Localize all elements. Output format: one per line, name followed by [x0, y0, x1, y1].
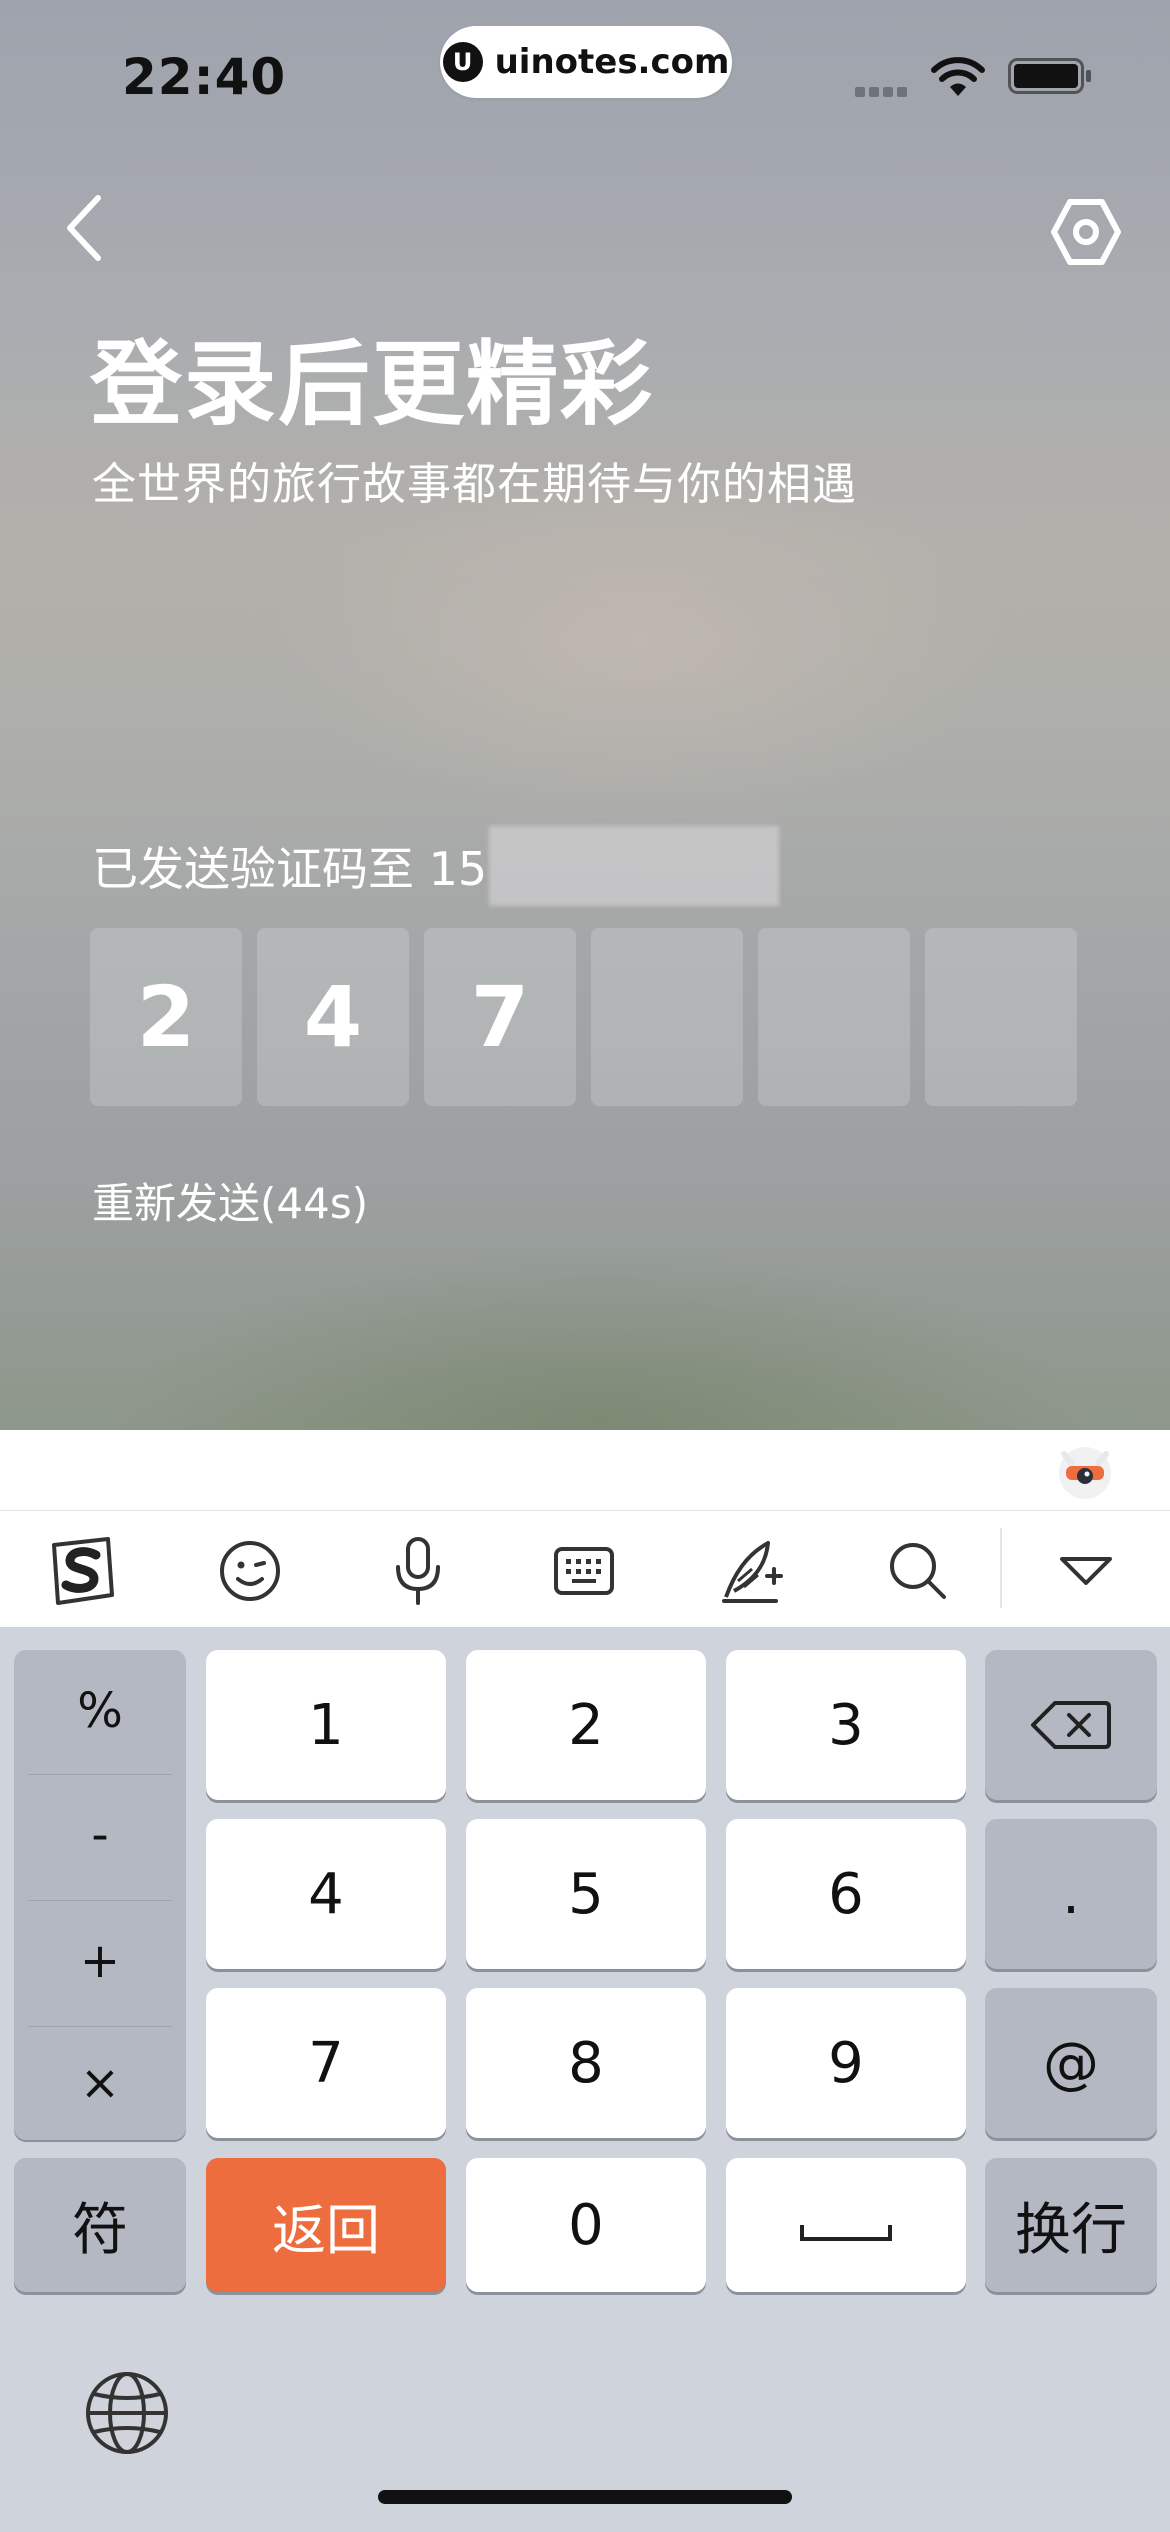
- verification-code-input[interactable]: 2 4 7: [90, 928, 1080, 1106]
- code-sent-notice: 已发送验证码至 15: [92, 826, 780, 906]
- wifi-icon: [931, 57, 985, 96]
- code-digit-box[interactable]: [758, 928, 910, 1106]
- url-text: uinotes.com: [494, 42, 730, 82]
- key-multiply[interactable]: ×: [14, 2022, 186, 2144]
- code-digit-box[interactable]: 4: [257, 928, 409, 1106]
- collapse-icon[interactable]: [1046, 1531, 1126, 1611]
- key-percent[interactable]: %: [14, 1650, 186, 1772]
- key-0[interactable]: 0: [466, 2158, 706, 2292]
- symbols-key[interactable]: 符: [14, 2158, 186, 2292]
- cellular-signal-icon: [855, 82, 915, 97]
- url-pill[interactable]: U uinotes.com: [440, 26, 732, 98]
- battery-icon: [1008, 58, 1091, 94]
- handwriting-icon[interactable]: [712, 1531, 792, 1611]
- site-logo-icon: U: [442, 42, 483, 82]
- key-dot[interactable]: .: [985, 1819, 1157, 1969]
- backspace-key[interactable]: [985, 1650, 1157, 1800]
- status-time: 22:40: [122, 48, 287, 106]
- key-plus[interactable]: +: [14, 1900, 186, 2022]
- key-2[interactable]: 2: [466, 1650, 706, 1800]
- symbol-column: % - + ×: [14, 1650, 186, 2140]
- emoji-icon[interactable]: [210, 1531, 290, 1611]
- back-icon[interactable]: [58, 190, 114, 266]
- code-digit-box[interactable]: [591, 928, 743, 1106]
- code-digit-box[interactable]: 2: [90, 928, 242, 1106]
- code-digit-box[interactable]: 7: [424, 928, 576, 1106]
- home-indicator: [378, 2490, 792, 2504]
- key-8[interactable]: 8: [466, 1988, 706, 2138]
- space-icon: [800, 2225, 892, 2241]
- key-4[interactable]: 4: [206, 1819, 446, 1969]
- backspace-icon: [1031, 1701, 1111, 1749]
- key-5[interactable]: 5: [466, 1819, 706, 1969]
- key-1[interactable]: 1: [206, 1650, 446, 1800]
- toolbar-divider: [1000, 1528, 1002, 1608]
- key-minus[interactable]: -: [14, 1774, 186, 1896]
- key-6[interactable]: 6: [726, 1819, 966, 1969]
- ime-mascot-icon[interactable]: [1054, 1440, 1116, 1502]
- keyboard-icon[interactable]: [544, 1531, 624, 1611]
- key-at[interactable]: @: [985, 1988, 1157, 2138]
- login-hero: 22:40 U uinotes.com 登录后更精彩 全世界的旅行故事都在期待与…: [0, 0, 1170, 1430]
- code-sent-text: 已发送验证码至 15: [92, 842, 488, 896]
- newline-key[interactable]: 换行: [985, 2158, 1157, 2292]
- page-title: 登录后更精彩: [90, 331, 655, 438]
- globe-icon[interactable]: [82, 2368, 172, 2458]
- space-key[interactable]: [726, 2158, 966, 2292]
- code-digit-box[interactable]: [925, 928, 1077, 1106]
- keyboard-candidate-bar: [0, 1430, 1170, 1510]
- masked-phone-number: [489, 826, 780, 906]
- status-bar: 22:40 U uinotes.com: [0, 0, 1170, 150]
- microphone-icon[interactable]: [378, 1531, 458, 1611]
- key-3[interactable]: 3: [726, 1650, 966, 1800]
- settings-icon[interactable]: [1050, 196, 1122, 268]
- return-key[interactable]: 返回: [206, 2158, 446, 2292]
- search-icon[interactable]: [878, 1531, 958, 1611]
- page-subtitle: 全世界的旅行故事都在期待与你的相遇: [92, 459, 857, 510]
- resend-code-countdown[interactable]: 重新发送(44s): [92, 1170, 368, 1231]
- key-7[interactable]: 7: [206, 1988, 446, 2138]
- sogou-logo-icon[interactable]: [42, 1531, 122, 1611]
- keyboard-toolbar: [0, 1510, 1170, 1627]
- key-9[interactable]: 9: [726, 1988, 966, 2138]
